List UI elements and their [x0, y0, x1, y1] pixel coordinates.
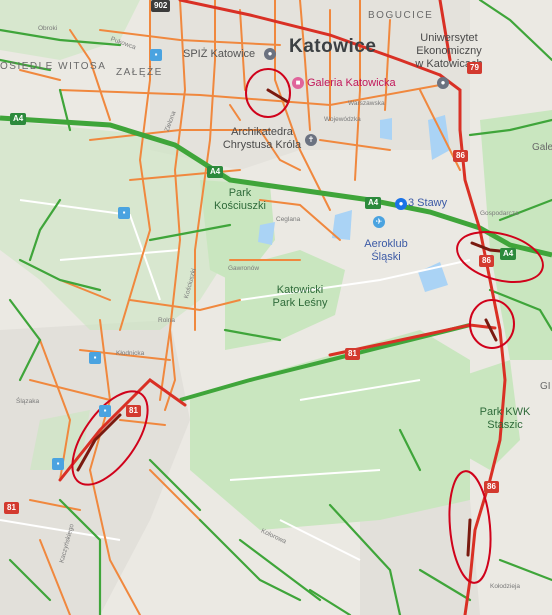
poi-galeria-label[interactable]: Galeria Katowicka	[307, 77, 396, 90]
road-shield-a4: A4	[207, 166, 224, 178]
road-shield-79: 79	[467, 62, 482, 74]
bus-stop-icon[interactable]: ▪	[118, 207, 130, 219]
street-label: Gawronów	[228, 265, 260, 272]
traffic-map[interactable]: OSIEDLE WITOSA ZAŁĘŻE BOGUCICE Gale GI K…	[0, 0, 552, 615]
street-label: Ślązaka	[16, 398, 40, 405]
shopping-bag-icon[interactable]: ■	[292, 77, 304, 89]
airplane-icon[interactable]: ✈	[373, 216, 385, 228]
road-shield-a4: A4	[10, 113, 27, 125]
road-shield-81: 81	[126, 405, 141, 417]
road-shield-86: 86	[453, 150, 468, 162]
district-label: Gale	[532, 142, 552, 153]
road-shield-81: 81	[4, 502, 19, 514]
bus-stop-icon[interactable]: ▪	[150, 49, 162, 61]
bus-stop-icon[interactable]: ▪	[99, 405, 111, 417]
street-label: Rolna	[158, 317, 175, 324]
pin-icon[interactable]: ●	[395, 198, 407, 210]
street-label: Gospodarcza	[480, 210, 519, 217]
road-shield-81: 81	[345, 348, 360, 360]
park-kosciuszki-label[interactable]: Park Kościuszki	[205, 187, 275, 213]
road-shield-a4: A4	[500, 248, 517, 260]
district-label: OSIEDLE WITOSA	[0, 61, 107, 72]
park-kwk-label[interactable]: Park KWK Staszic	[470, 406, 540, 432]
street-label: Kłodnicka	[116, 350, 145, 357]
road-shield-86: 86	[479, 255, 494, 267]
district-label: BOGUCICE	[368, 10, 434, 21]
road-shield-902: 902	[151, 0, 171, 12]
pin-icon[interactable]: ●	[264, 48, 276, 60]
street-label: Obroki	[38, 25, 58, 32]
poi-archikatedra-label[interactable]: Archikatedra Chrystusa Króla	[212, 126, 312, 152]
street-label: Warszawska	[348, 100, 385, 107]
pin-icon[interactable]: ●	[437, 77, 449, 89]
district-label: ZAŁĘŻE	[116, 67, 163, 78]
bus-stop-icon[interactable]: ▪	[89, 352, 101, 364]
poi-staw-label[interactable]: 3 Stawy	[408, 197, 447, 210]
poi-spiz-label[interactable]: SPIŻ Katowice	[183, 48, 255, 61]
church-icon[interactable]: ✝	[305, 134, 317, 146]
road-shield-a4: A4	[365, 197, 382, 209]
street-label: Kołodzieja	[490, 583, 520, 590]
park-lesny-label[interactable]: Katowicki Park Leśny	[255, 284, 345, 310]
road-shield-86: 86	[484, 481, 499, 493]
street-label: Wojewódzka	[324, 116, 361, 123]
district-label: GI	[540, 381, 551, 392]
bus-stop-icon[interactable]: ▪	[52, 458, 64, 470]
street-label: Ceglana	[276, 216, 301, 223]
poi-aeroklub-label[interactable]: Aeroklub Śląski	[356, 238, 416, 264]
city-label[interactable]: Katowice	[289, 36, 376, 58]
